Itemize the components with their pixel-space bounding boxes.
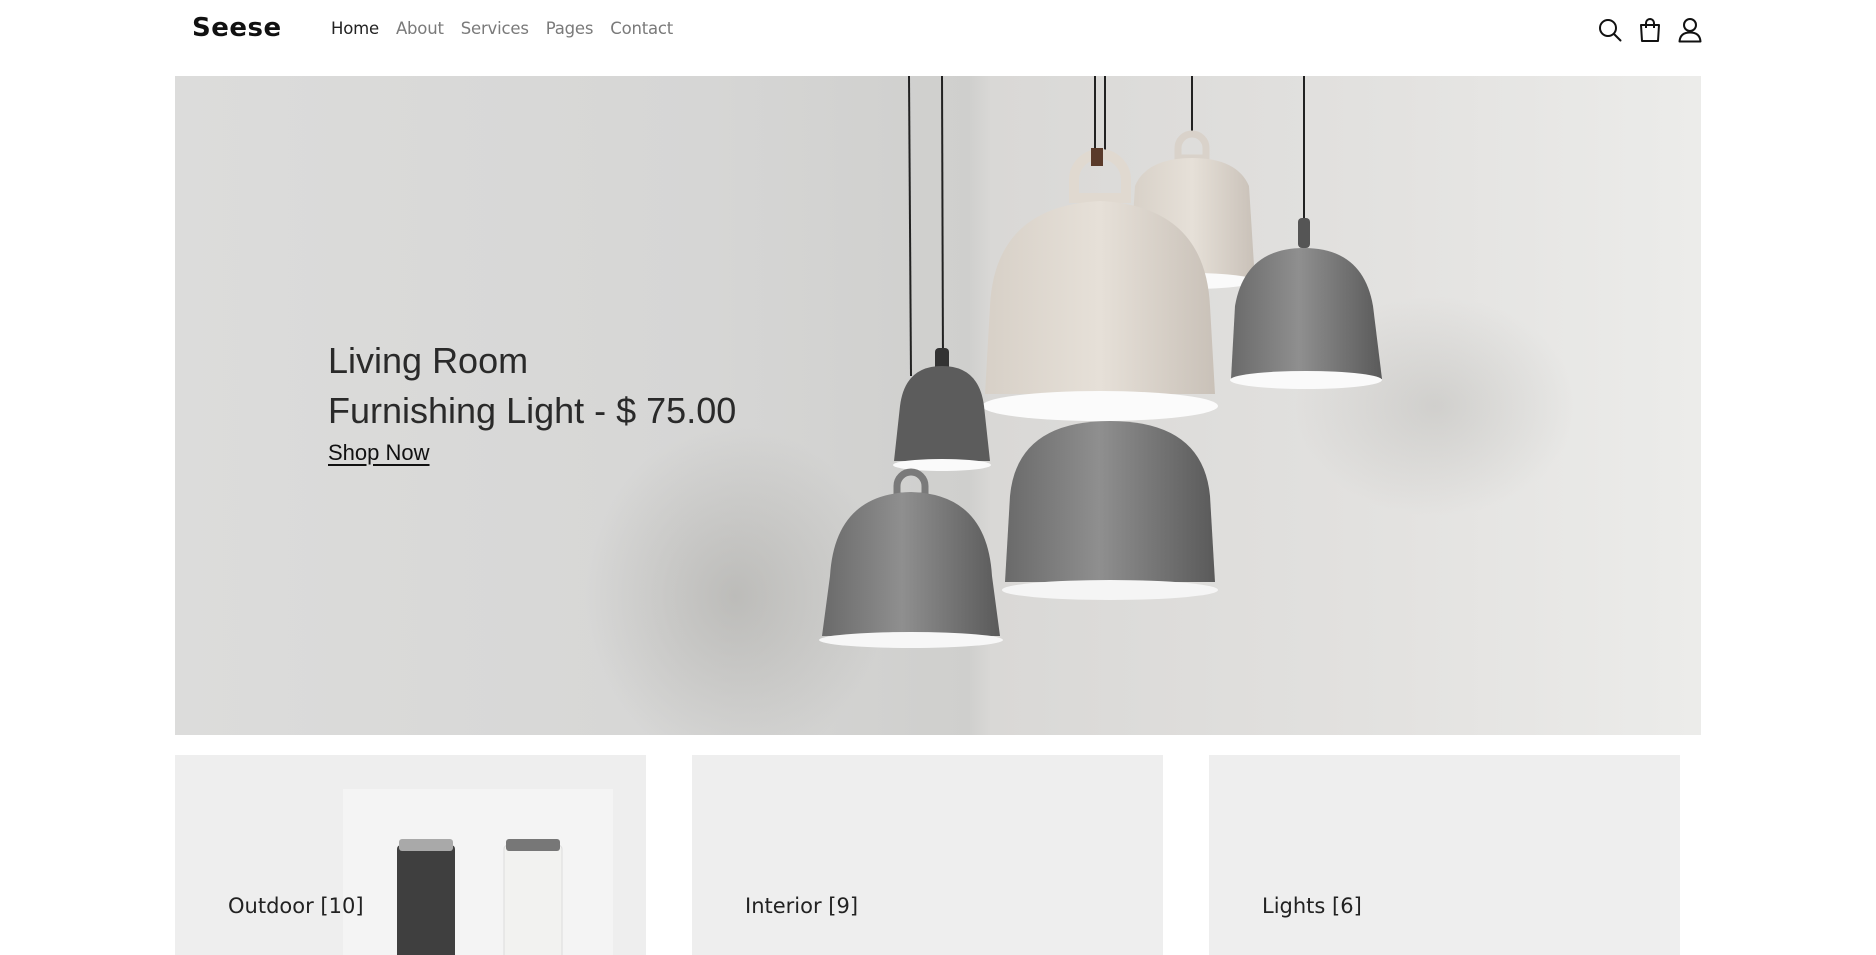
category-label: Outdoor [10]	[228, 894, 364, 918]
header-icons	[1598, 17, 1702, 43]
outdoor-lamps-image	[343, 789, 613, 955]
shop-now-link[interactable]: Shop Now	[328, 440, 430, 466]
user-icon[interactable]	[1678, 17, 1702, 43]
category-card-interior[interactable]: Interior [9]	[692, 755, 1163, 955]
nav-item-services[interactable]: Services	[461, 19, 529, 38]
nav-item-pages[interactable]: Pages	[546, 19, 594, 38]
category-label: Interior [9]	[745, 894, 859, 918]
hero-content: Living Room Furnishing Light - $ 75.00 S…	[328, 336, 736, 466]
hero-banner: Living Room Furnishing Light - $ 75.00 S…	[175, 76, 1701, 735]
nav-item-contact[interactable]: Contact	[610, 19, 673, 38]
site-header: Seese Home About Services Pages Contact	[0, 0, 1876, 60]
hero-title-line2: Furnishing Light - $ 75.00	[328, 390, 737, 431]
logo[interactable]: Seese	[192, 13, 282, 43]
hero-title-line1: Living Room	[328, 340, 529, 381]
category-label: Lights [6]	[1262, 894, 1362, 918]
shopping-bag-icon[interactable]	[1638, 17, 1662, 43]
category-card-outdoor[interactable]: Outdoor [10]	[175, 755, 646, 955]
main-nav: Home About Services Pages Contact	[331, 19, 673, 38]
search-icon[interactable]	[1598, 17, 1622, 43]
nav-item-home[interactable]: Home	[331, 19, 379, 38]
nav-item-about[interactable]: About	[396, 19, 444, 38]
category-card-lights[interactable]: Lights [6]	[1209, 755, 1680, 955]
